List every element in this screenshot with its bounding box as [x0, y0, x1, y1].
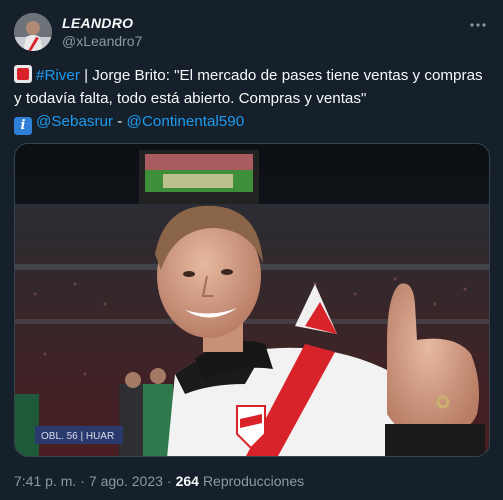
- avatar-image: [14, 13, 52, 51]
- tweet-date[interactable]: 7 ago. 2023: [89, 473, 163, 489]
- scoreboard-text: OBL. 56 | HUAR: [41, 431, 114, 442]
- tweet-body-text: | Jorge Brito: "El mercado de pases tien…: [14, 67, 483, 107]
- views-label: Reproducciones: [202, 473, 305, 489]
- tweet-time[interactable]: 7:41 p. m.: [14, 473, 76, 489]
- tweet-text: #River | Jorge Brito: "El mercado de pas…: [14, 64, 494, 135]
- tweet-header: LEANDRO @xLeandro7: [14, 12, 489, 52]
- footer-dot-2: ·: [166, 473, 172, 489]
- author-names: LEANDRO @xLeandro7: [62, 15, 142, 49]
- tweet-footer: 7:41 p. m. · 7 ago. 2023 · 264 Reproducc…: [14, 473, 304, 489]
- footer-dot: ·: [80, 473, 85, 489]
- author-handle[interactable]: @xLeandro7: [62, 33, 142, 49]
- more-options-icon[interactable]: [467, 14, 489, 36]
- tweet-photo[interactable]: OBL. 56 | HUAR: [14, 143, 490, 457]
- mention-continental590-link[interactable]: @Continental590: [127, 113, 245, 130]
- author-display-name[interactable]: LEANDRO: [62, 15, 142, 31]
- hashtag-river-link[interactable]: #River: [36, 67, 80, 84]
- ellipsis-icon: [470, 23, 486, 27]
- views-count: 264: [175, 473, 199, 489]
- mention-sebasrur-link[interactable]: @Sebasrur: [36, 113, 113, 130]
- author-avatar[interactable]: [14, 13, 52, 51]
- mention-separator: -: [113, 113, 127, 130]
- info-emoji-icon: i: [14, 117, 32, 135]
- red-square-emoji-icon: [14, 65, 32, 83]
- photo-man-river-plate-stadium-icon: OBL. 56 | HUAR: [15, 144, 489, 456]
